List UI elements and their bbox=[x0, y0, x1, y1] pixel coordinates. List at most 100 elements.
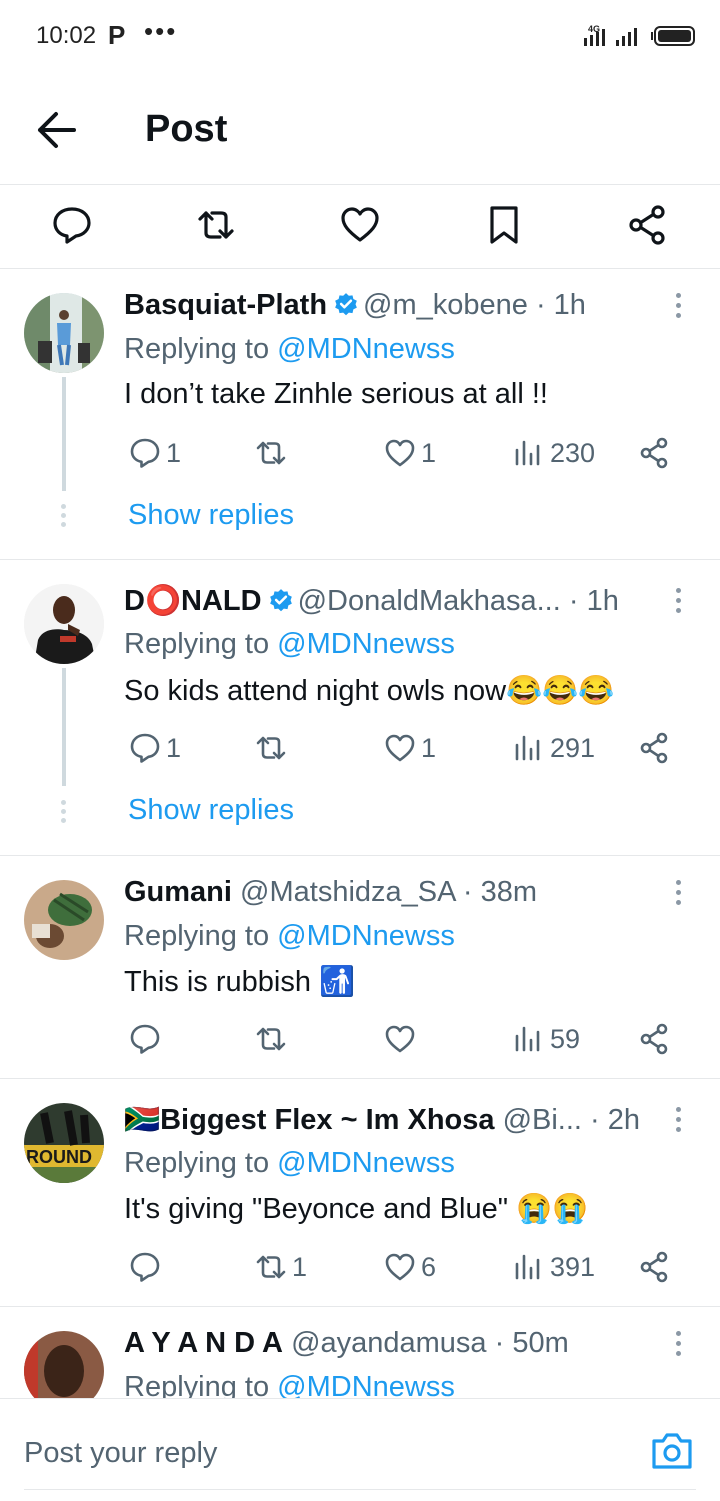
reply-icon[interactable] bbox=[50, 203, 94, 247]
reply-header: 🇿🇦Biggest Flex ~ Im Xhosa @Bi... · 2h bbox=[124, 1103, 640, 1137]
like-button[interactable] bbox=[383, 1021, 421, 1057]
user-handle[interactable]: @ayandamusa bbox=[291, 1327, 487, 1359]
mention-link[interactable]: @MDNnewss bbox=[277, 920, 455, 952]
view-count: 59 bbox=[550, 1023, 581, 1054]
app-notification-icon: P bbox=[108, 20, 126, 50]
signal-icon bbox=[616, 28, 637, 46]
reply-item[interactable]: A Y A N D A @ayandamusa · 50m Replying t… bbox=[0, 1307, 720, 1398]
back-arrow-icon[interactable] bbox=[34, 110, 78, 150]
avatar[interactable] bbox=[24, 293, 104, 373]
verified-badge-icon bbox=[335, 293, 357, 316]
replying-to-label: Replying to bbox=[124, 1147, 278, 1179]
top-bar: Post bbox=[0, 72, 720, 185]
repost-icon bbox=[256, 1027, 286, 1051]
repost-icon bbox=[256, 736, 286, 760]
repost-button[interactable] bbox=[254, 1021, 292, 1057]
display-name[interactable]: Gumani bbox=[124, 876, 232, 908]
more-notifications-icon: ••• bbox=[144, 16, 178, 46]
replying-to: Replying to @MDNnewss bbox=[124, 333, 455, 366]
reply-header: Basquiat-Plath @m_kobene · 1h bbox=[124, 289, 586, 322]
reply-count-button[interactable]: 1 bbox=[128, 730, 181, 766]
like-count: 6 bbox=[421, 1251, 437, 1282]
composer-divider bbox=[24, 1489, 696, 1490]
more-options-icon[interactable] bbox=[676, 1107, 684, 1137]
views-button[interactable]: 59 bbox=[512, 1021, 580, 1057]
reply-item[interactable]: Gumani @Matshidza_SA · 38m Replying to @… bbox=[0, 856, 720, 1079]
user-handle[interactable]: @Matshidza_SA bbox=[240, 876, 455, 908]
mention-link[interactable]: @MDNnewss bbox=[277, 1147, 455, 1179]
replying-to: Replying to @MDNnewss bbox=[124, 1147, 455, 1180]
reply-count-button[interactable] bbox=[128, 1249, 166, 1285]
user-handle[interactable]: @DonaldMakhasa... bbox=[298, 585, 561, 617]
post-time: · 38m bbox=[462, 876, 538, 908]
repost-button[interactable] bbox=[254, 435, 292, 471]
view-count: 291 bbox=[550, 732, 596, 763]
reply-icon bbox=[130, 1252, 160, 1282]
repost-button[interactable]: 1 bbox=[254, 1249, 307, 1285]
avatar[interactable] bbox=[24, 584, 104, 664]
reply-item[interactable]: D⭕NALD @DonaldMakhasa... · 1h Replying to… bbox=[0, 560, 720, 856]
avatar[interactable]: ROUND bbox=[24, 1103, 104, 1183]
post-time: · 1h bbox=[568, 585, 619, 617]
thread-dots bbox=[61, 504, 67, 531]
like-icon[interactable] bbox=[338, 203, 382, 247]
share-button[interactable] bbox=[638, 1021, 672, 1057]
repost-icon bbox=[256, 441, 286, 465]
user-handle[interactable]: @Bi... bbox=[503, 1104, 582, 1136]
replying-to-label: Replying to bbox=[124, 1371, 278, 1398]
display-name[interactable]: D⭕NALD bbox=[124, 585, 262, 617]
signal-4g-icon: 4G bbox=[584, 24, 605, 46]
repost-icon[interactable] bbox=[194, 203, 238, 247]
post-time: · 1h bbox=[535, 289, 586, 321]
reply-composer[interactable]: Post your reply bbox=[0, 1398, 720, 1501]
share-icon bbox=[640, 732, 668, 764]
views-button[interactable]: 291 bbox=[512, 730, 595, 766]
repost-button[interactable] bbox=[254, 730, 292, 766]
mention-link[interactable]: @MDNnewss bbox=[277, 1371, 455, 1398]
display-name[interactable]: 🇿🇦Biggest Flex ~ Im Xhosa bbox=[124, 1104, 495, 1136]
mention-link[interactable]: @MDNnewss bbox=[277, 333, 455, 365]
battery-icon bbox=[651, 26, 695, 46]
repost-count: 1 bbox=[292, 1251, 308, 1282]
more-options-icon[interactable] bbox=[676, 880, 684, 910]
reply-icon bbox=[130, 733, 160, 763]
display-name[interactable]: Basquiat-Plath bbox=[124, 289, 327, 321]
replying-to-label: Replying to bbox=[124, 628, 278, 660]
share-button[interactable] bbox=[638, 1249, 672, 1285]
views-button[interactable]: 391 bbox=[512, 1249, 595, 1285]
reply-text: So kids attend night owls now😂😂😂 bbox=[124, 675, 615, 707]
like-button[interactable]: 1 bbox=[383, 730, 436, 766]
show-replies-link[interactable]: Show replies bbox=[128, 794, 294, 827]
repost-icon bbox=[256, 1255, 286, 1279]
thread-dots bbox=[61, 800, 67, 827]
replying-to: Replying to @MDNnewss bbox=[124, 920, 455, 953]
reply-input[interactable]: Post your reply bbox=[24, 1437, 217, 1470]
replying-to: Replying to @MDNnewss bbox=[124, 628, 455, 661]
more-options-icon[interactable] bbox=[676, 293, 684, 323]
reply-icon bbox=[130, 1024, 160, 1054]
reply-count: 1 bbox=[166, 437, 182, 468]
user-handle[interactable]: @m_kobene bbox=[363, 289, 528, 321]
bookmark-icon[interactable] bbox=[482, 203, 526, 247]
avatar[interactable] bbox=[24, 1331, 104, 1398]
status-bar: 10:02 P ••• 4G bbox=[0, 0, 720, 72]
more-options-icon[interactable] bbox=[676, 588, 684, 618]
post-time: · 50m bbox=[494, 1327, 569, 1359]
like-button[interactable]: 6 bbox=[383, 1249, 436, 1285]
share-icon[interactable] bbox=[626, 203, 670, 247]
more-options-icon[interactable] bbox=[676, 1331, 684, 1361]
share-button[interactable] bbox=[638, 435, 672, 471]
mention-link[interactable]: @MDNnewss bbox=[277, 628, 455, 660]
show-replies-link[interactable]: Show replies bbox=[128, 499, 294, 532]
camera-icon[interactable] bbox=[650, 1431, 694, 1471]
like-button[interactable]: 1 bbox=[383, 435, 436, 471]
reply-count-button[interactable] bbox=[128, 1021, 166, 1057]
views-button[interactable]: 230 bbox=[512, 435, 595, 471]
reply-item[interactable]: Basquiat-Plath @m_kobene · 1h Replying to… bbox=[0, 269, 720, 560]
reply-count: 1 bbox=[166, 732, 182, 763]
reply-count-button[interactable]: 1 bbox=[128, 435, 181, 471]
avatar[interactable] bbox=[24, 880, 104, 960]
share-button[interactable] bbox=[638, 730, 672, 766]
display-name[interactable]: A Y A N D A bbox=[124, 1327, 283, 1359]
reply-item[interactable]: ROUND 🇿🇦Biggest Flex ~ Im Xhosa @Bi... ·… bbox=[0, 1079, 720, 1307]
